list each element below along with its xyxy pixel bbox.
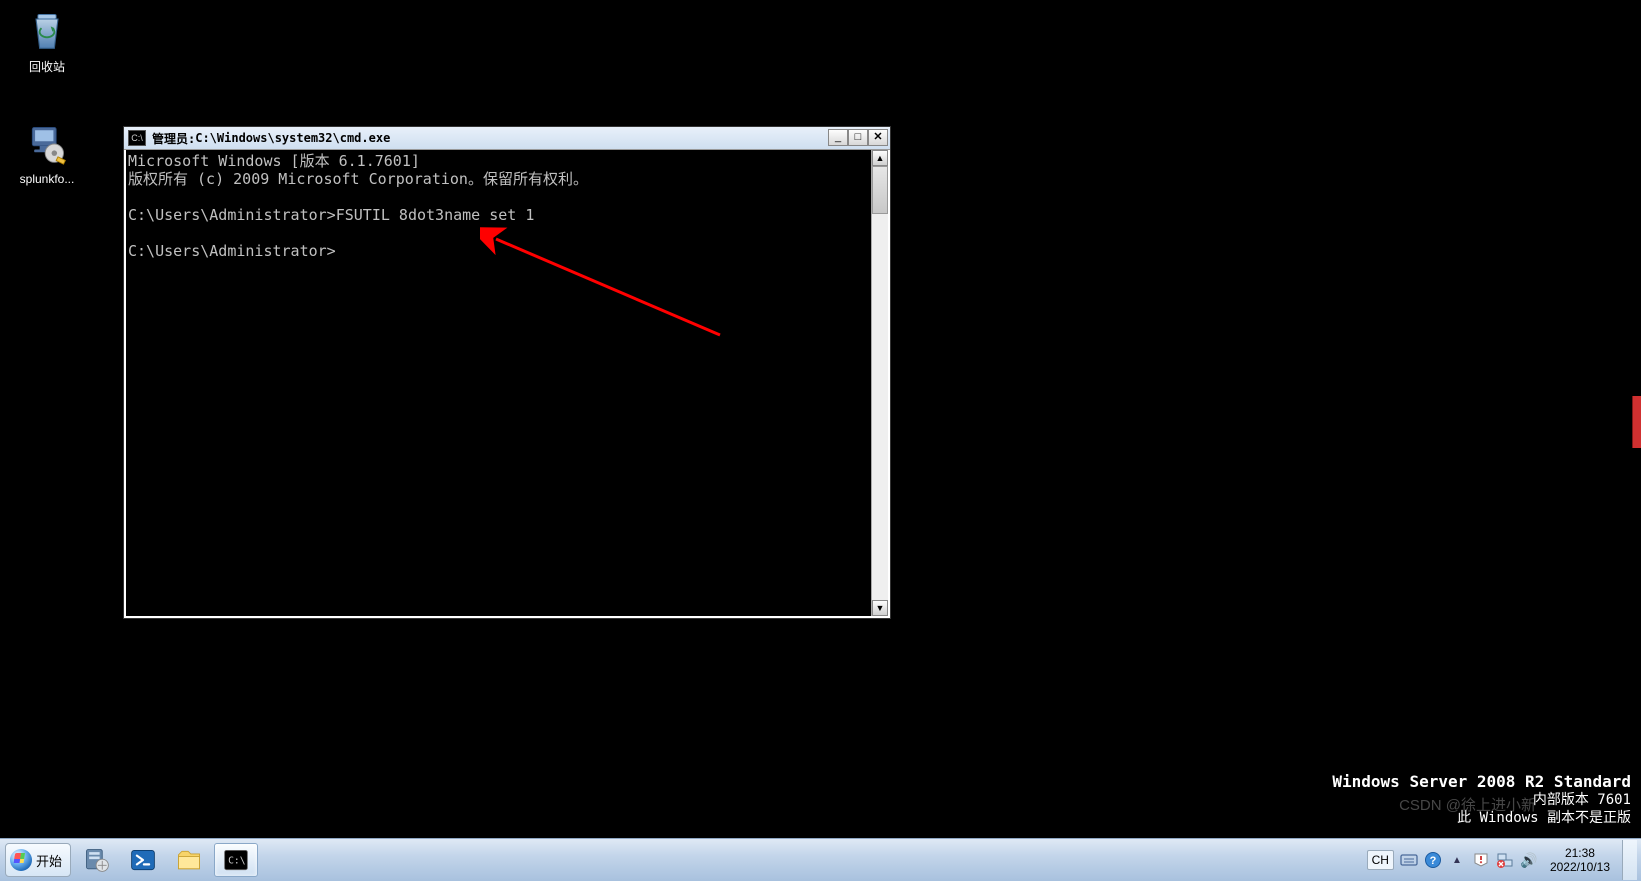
tray-network-error-icon[interactable] xyxy=(1496,851,1514,869)
desktop-icon-label: 回收站 xyxy=(8,58,86,75)
start-button[interactable]: 开始 xyxy=(5,843,71,877)
tray-help-icon[interactable]: ? xyxy=(1424,851,1442,869)
scroll-track[interactable] xyxy=(872,166,888,600)
desktop-icon-splunk[interactable]: splunkfo... xyxy=(8,120,86,186)
taskbar-pin-powershell[interactable] xyxy=(122,844,164,876)
cmd-terminal-area[interactable]: Microsoft Windows [版本 6.1.7601] 版权所有 (c)… xyxy=(126,150,871,616)
desktop-icon-recycle-bin[interactable]: 回收站 xyxy=(8,6,86,75)
cmd-titlebar[interactable]: C:\ 管理员: C:\Windows\system32\cmd.exe _ □… xyxy=(124,127,890,150)
tray-action-center-icon[interactable] xyxy=(1472,851,1490,869)
os-activation-info: Windows Server 2008 R2 Standard 内部版本 760… xyxy=(1332,773,1631,827)
cmd-icon: C:\ xyxy=(222,846,250,874)
minimize-button[interactable]: _ xyxy=(828,129,848,146)
tray-keyboard-icon[interactable] xyxy=(1400,851,1418,869)
os-info-line1: Windows Server 2008 R2 Standard xyxy=(1332,773,1631,791)
tray-sound-icon[interactable]: 🔊 xyxy=(1520,851,1538,869)
tray-time: 21:38 xyxy=(1550,846,1610,860)
recycle-bin-icon xyxy=(23,6,71,54)
desktop-icon-label: splunkfo... xyxy=(8,172,86,186)
tray-date: 2022/10/13 xyxy=(1550,860,1610,874)
system-tray: CH ? ▲ 🔊 21:38 2022/10/13 xyxy=(1363,839,1641,881)
cmd-title-path: C:\Windows\system32\cmd.exe xyxy=(195,131,390,145)
language-indicator[interactable]: CH xyxy=(1367,850,1394,870)
os-info-line2: 内部版本 7601 xyxy=(1332,791,1631,809)
taskbar-pin-server-manager[interactable] xyxy=(76,844,118,876)
explorer-folder-icon xyxy=(175,846,203,874)
cmd-scrollbar[interactable]: ▲ ▼ xyxy=(871,150,888,616)
tray-chevron-up-icon[interactable]: ▲ xyxy=(1448,851,1466,869)
cmd-window[interactable]: C:\ 管理员: C:\Windows\system32\cmd.exe _ □… xyxy=(123,126,891,619)
windows-orb-icon xyxy=(10,849,32,871)
taskbar[interactable]: 开始 C:\ CH xyxy=(0,838,1641,881)
svg-text:C:\: C:\ xyxy=(228,856,246,867)
installer-icon xyxy=(23,120,71,168)
scroll-down-arrow-icon[interactable]: ▼ xyxy=(872,600,888,616)
scroll-up-arrow-icon[interactable]: ▲ xyxy=(872,150,888,166)
powershell-icon xyxy=(129,846,157,874)
os-info-line3: 此 Windows 副本不是正版 xyxy=(1332,809,1631,827)
start-label: 开始 xyxy=(36,851,62,870)
side-indicator xyxy=(1632,396,1641,448)
server-manager-icon xyxy=(83,846,111,874)
tray-clock[interactable]: 21:38 2022/10/13 xyxy=(1544,846,1616,874)
taskbar-pin-explorer[interactable] xyxy=(168,844,210,876)
taskbar-app-cmd[interactable]: C:\ xyxy=(214,843,258,877)
svg-text:?: ? xyxy=(1430,855,1437,867)
scroll-thumb[interactable] xyxy=(872,166,888,214)
show-desktop-button[interactable] xyxy=(1622,840,1637,880)
close-button[interactable]: ✕ xyxy=(868,129,888,146)
cmd-title-prefix: 管理员: xyxy=(152,130,195,147)
cmd-sysmenu-icon[interactable]: C:\ xyxy=(128,130,146,146)
maximize-button[interactable]: □ xyxy=(848,129,868,146)
